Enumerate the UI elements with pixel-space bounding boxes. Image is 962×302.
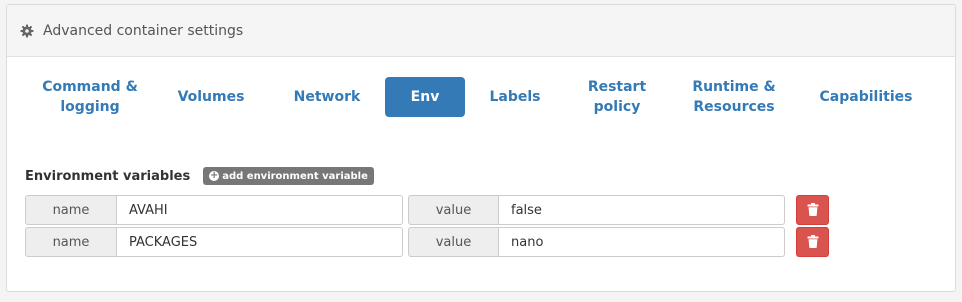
env-section-header: Environment variables + add environment … xyxy=(25,167,374,185)
tab-volumes[interactable]: Volumes xyxy=(163,77,259,117)
tab-restart-policy[interactable]: Restart policy xyxy=(567,77,667,117)
env-section-label: Environment variables xyxy=(25,168,191,184)
settings-tabs: Command & logging Volumes Network Env La… xyxy=(7,77,955,129)
tab-command-logging[interactable]: Command & logging xyxy=(27,77,153,117)
name-addon: name xyxy=(25,195,117,225)
env-row: name AVAHI value false xyxy=(25,195,935,225)
add-button-label: add environment variable xyxy=(222,170,368,182)
tab-labels[interactable]: Labels xyxy=(477,77,553,117)
env-name-input[interactable]: AVAHI xyxy=(117,195,403,225)
value-addon: value xyxy=(408,227,499,257)
env-value-input[interactable]: nano xyxy=(499,227,785,257)
env-name-input[interactable]: PACKAGES xyxy=(117,227,403,257)
tab-env[interactable]: Env xyxy=(385,77,465,117)
delete-env-button[interactable] xyxy=(796,227,829,257)
gear-icon xyxy=(20,24,34,38)
plus-circle-icon: + xyxy=(209,170,220,181)
env-row: name PACKAGES value nano xyxy=(25,227,935,257)
name-addon: name xyxy=(25,227,117,257)
add-environment-variable-button[interactable]: + add environment variable xyxy=(203,167,374,185)
delete-env-button[interactable] xyxy=(796,195,829,225)
panel-header: Advanced container settings xyxy=(7,5,955,57)
env-value-input[interactable]: false xyxy=(499,195,785,225)
tab-capabilities[interactable]: Capabilities xyxy=(813,77,919,117)
panel-title: Advanced container settings xyxy=(43,22,244,39)
advanced-settings-panel: Advanced container settings Command & lo… xyxy=(6,4,956,292)
value-addon: value xyxy=(408,195,499,225)
trash-icon xyxy=(807,233,819,252)
trash-icon xyxy=(807,201,819,220)
tab-runtime-resources[interactable]: Runtime & Resources xyxy=(679,77,789,117)
tab-network[interactable]: Network xyxy=(279,77,375,117)
